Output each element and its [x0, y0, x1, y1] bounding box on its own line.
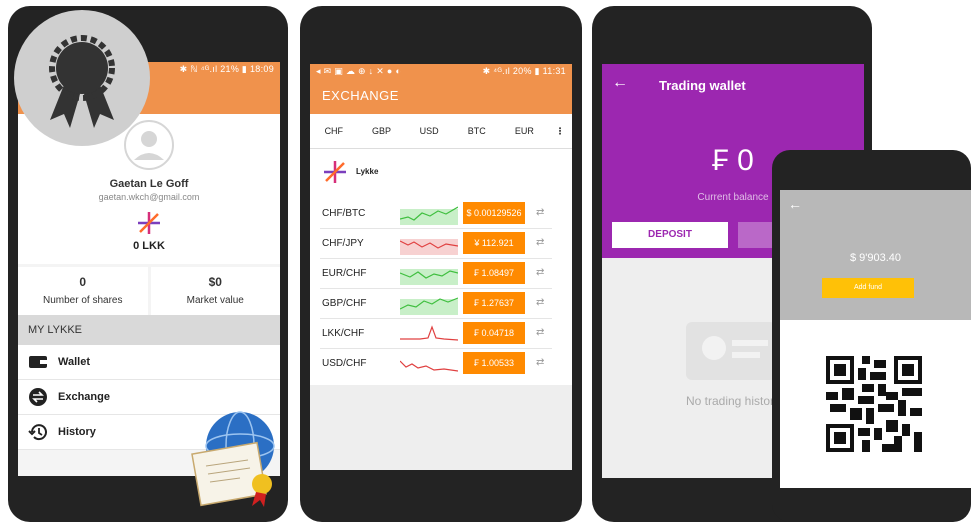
exchange-screen: ◂ ✉ ▣ ☁ ⊕ ↓ ✕ ● ◐ ✱ ⁴ᴳ.ıl 20% ▮ 11:31 EX…: [310, 64, 572, 470]
certificate-globe-icon: [191, 411, 275, 507]
history-icon: [28, 424, 47, 441]
menu-item-label: Exchange: [58, 391, 110, 403]
swap-icon[interactable]: ⇄: [536, 237, 544, 248]
lkk-balance: 0 LKK: [133, 240, 165, 252]
price-badge[interactable]: $ 0.00129526: [463, 202, 525, 224]
swap-icon[interactable]: ⇄: [536, 357, 544, 368]
pair-label: CHF/JPY: [322, 238, 364, 249]
price-badge[interactable]: ¥ 112.921: [463, 232, 525, 254]
award-ribbon-icon: [49, 35, 115, 128]
menu-item-label: Wallet: [58, 356, 90, 368]
pair-label: EUR/CHF: [322, 268, 367, 279]
swap-icon[interactable]: ⇄: [536, 267, 544, 278]
swap-icon[interactable]: ⇄: [536, 207, 544, 218]
tab-btc[interactable]: BTC: [453, 126, 501, 136]
table-row[interactable]: CHF/BTC $ 0.00129526 ⇄: [310, 199, 572, 229]
stat-value: $0: [208, 275, 222, 289]
deposit-button[interactable]: DEPOSIT: [612, 222, 728, 248]
menu-item-wallet[interactable]: Wallet: [18, 345, 280, 380]
add-fund-button[interactable]: Add fund: [822, 278, 914, 298]
add-fund-screen: ← $ 9'903.40 Add fund: [780, 190, 971, 488]
stat-value: 0: [79, 275, 87, 289]
sparkline-green: [400, 297, 458, 315]
wallet-icon: [29, 356, 47, 368]
table-row[interactable]: USD/CHF ₣ 1.00533 ⇄: [310, 349, 572, 379]
status-bar: ✱ ⁴ᴳ.ıl 20% ▮ 11:31: [482, 66, 566, 76]
badge-circle: [14, 10, 150, 146]
stat-label: Market value: [186, 295, 244, 306]
sparkline-red: [400, 325, 458, 341]
table-row[interactable]: CHF/JPY ¥ 112.921 ⇄: [310, 229, 572, 259]
lykke-logo-icon: [324, 161, 346, 183]
app-bar: ◂ ✉ ▣ ☁ ⊕ ↓ ✕ ● ◐ ✱ ⁴ᴳ.ıl 20% ▮ 11:31 EX…: [310, 64, 572, 114]
tab-chf[interactable]: CHF: [310, 126, 358, 136]
menu-item-label: History: [58, 426, 96, 438]
exchange-list: Lykke CHF/BTC $ 0.00129526 ⇄ CHF/JPY ¥ 1…: [310, 149, 572, 385]
back-arrow-icon[interactable]: ←: [788, 196, 802, 212]
back-arrow-icon[interactable]: ←: [612, 74, 628, 92]
lykke-logo-icon: [138, 212, 160, 234]
exchange-icon: [29, 388, 47, 406]
brand-label: Lykke: [356, 167, 379, 176]
price-badge[interactable]: ₣ 0.04718: [463, 322, 525, 344]
tab-eur[interactable]: EUR: [501, 126, 549, 136]
swap-icon[interactable]: ⇄: [536, 327, 544, 338]
user-name: Gaetan Le Goff: [109, 178, 189, 190]
qr-code-icon: [826, 356, 922, 452]
price-badge[interactable]: ₣ 1.27637: [463, 292, 525, 314]
price-badge[interactable]: ₣ 1.08497: [463, 262, 525, 284]
table-row[interactable]: LKK/CHF ₣ 0.04718 ⇄: [310, 319, 572, 349]
tab-gbp[interactable]: GBP: [358, 126, 406, 136]
sparkline-red: [400, 360, 458, 372]
swap-icon[interactable]: ⇄: [536, 297, 544, 308]
sparkline-red: [400, 239, 458, 255]
table-row[interactable]: EUR/CHF ₣ 1.08497 ⇄: [310, 259, 572, 289]
sparkline-green: [400, 269, 458, 285]
price-badge[interactable]: ₣ 1.00533: [463, 352, 525, 374]
sparkline-green: [400, 206, 458, 225]
fund-amount: $ 9'903.40: [849, 252, 902, 264]
section-title: MY LYKKE: [18, 315, 280, 345]
page-title: Trading wallet: [659, 78, 746, 93]
stat-label: Number of shares: [43, 295, 123, 306]
fund-header: ← $ 9'903.40 Add fund: [780, 190, 971, 320]
more-menu-icon[interactable]: ⋮: [548, 126, 572, 137]
pair-label: GBP/CHF: [322, 298, 367, 309]
currency-tabs: CHF GBP USD BTC EUR ⋮: [310, 114, 572, 149]
phone-exchange: ◂ ✉ ▣ ☁ ⊕ ↓ ✕ ● ◐ ✱ ⁴ᴳ.ıl 20% ▮ 11:31 EX…: [300, 6, 582, 522]
user-email: gaetan.wkch@gmail.com: [98, 192, 200, 202]
pair-label: USD/CHF: [322, 358, 367, 369]
stats-row: 0 Number of shares $0 Market value: [18, 267, 280, 315]
pair-label: CHF/BTC: [322, 208, 366, 219]
stat-market-value: $0 Market value: [150, 267, 280, 315]
phone-add-fund: ← $ 9'903.40 Add fund: [772, 150, 971, 522]
page-title: EXCHANGE: [322, 88, 399, 103]
pair-label: LKK/CHF: [322, 328, 365, 339]
tab-usd[interactable]: USD: [405, 126, 453, 136]
stat-shares: 0 Number of shares: [18, 267, 148, 315]
table-row[interactable]: GBP/CHF ₣ 1.27637 ⇄: [310, 289, 572, 319]
